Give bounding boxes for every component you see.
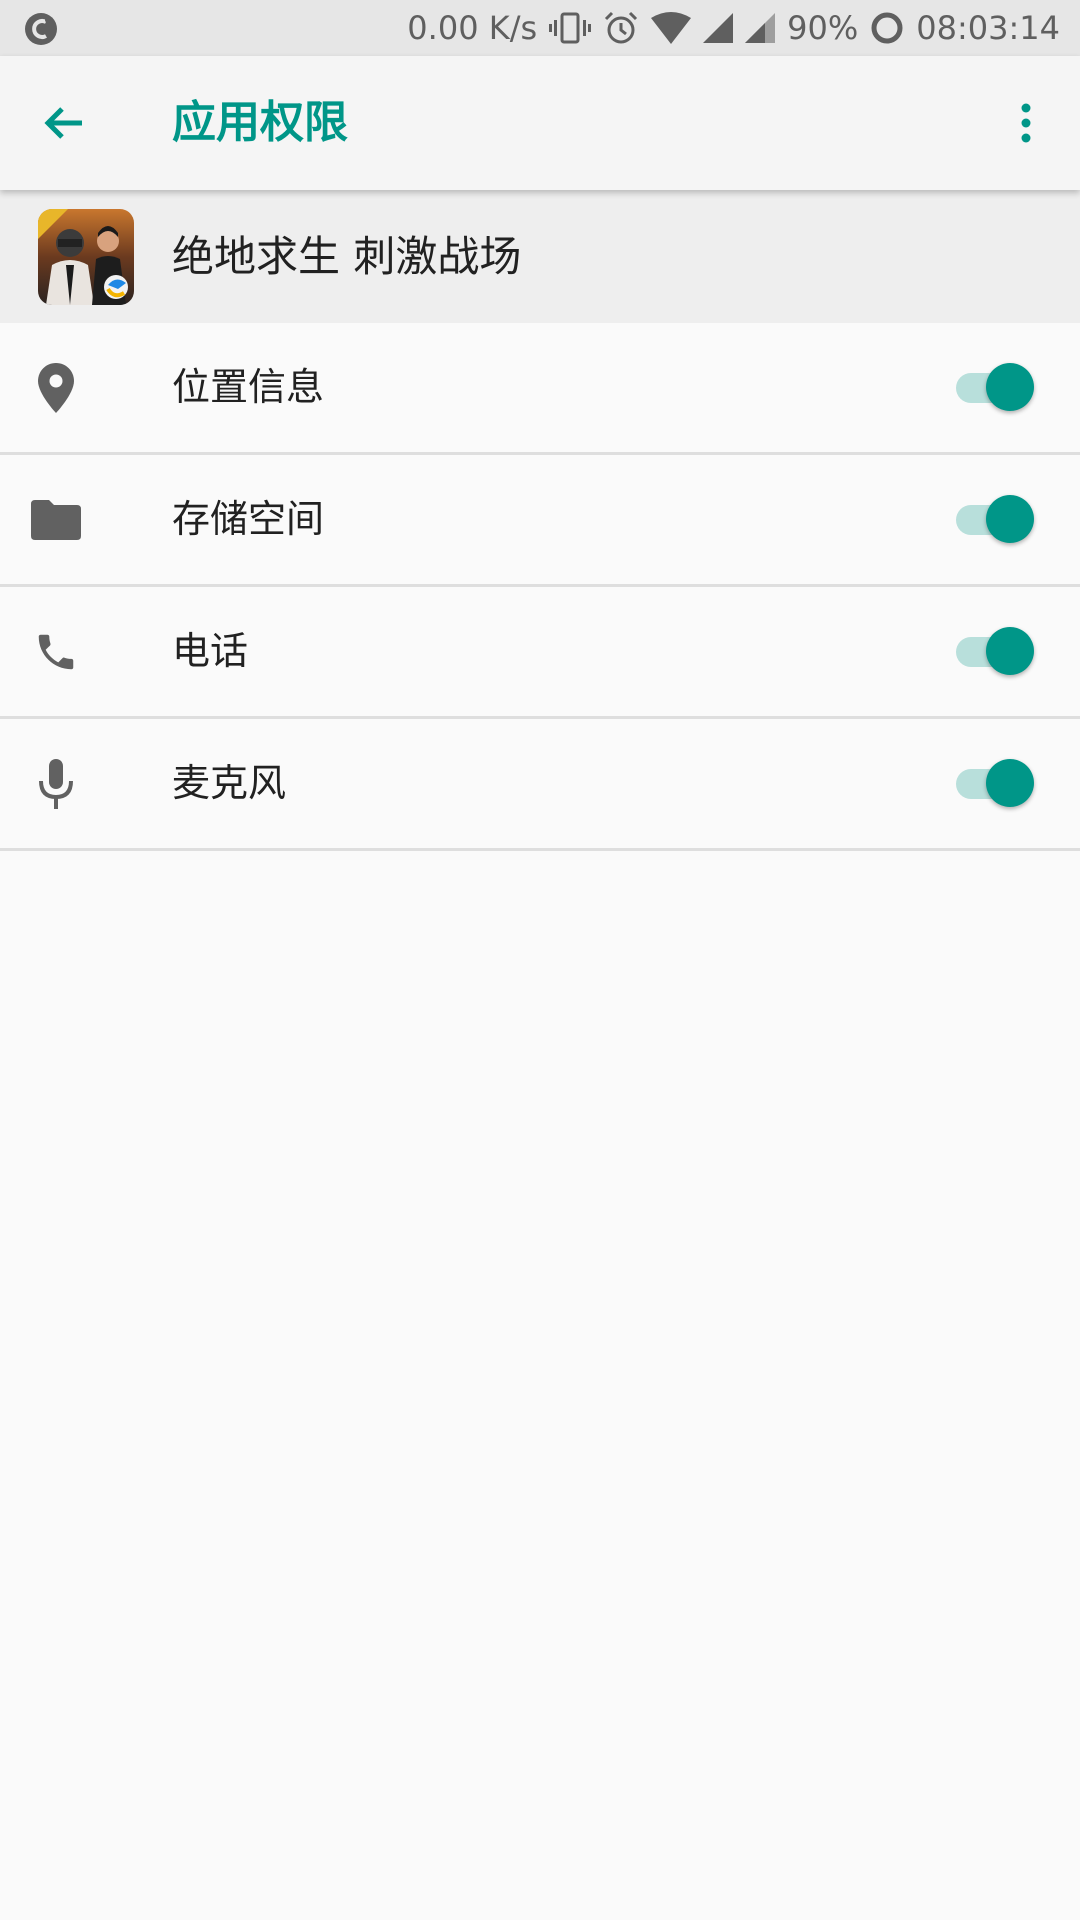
permission-row-microphone[interactable]: 麦克风 bbox=[0, 719, 1080, 851]
status-bar: 0.00 K/s 90% 08:03:14 bbox=[0, 0, 1080, 56]
battery-percent: 90% bbox=[787, 9, 859, 47]
app-bar: 应用权限 bbox=[0, 56, 1080, 190]
microphone-toggle[interactable] bbox=[956, 759, 1034, 807]
battery-icon bbox=[871, 12, 903, 44]
game-app-icon bbox=[38, 209, 134, 305]
toggle-thumb bbox=[986, 627, 1034, 675]
back-button[interactable] bbox=[30, 89, 98, 157]
alarm-icon bbox=[605, 11, 638, 44]
app-header: 绝地求生 刺激战场 bbox=[0, 190, 1080, 323]
signal-icon bbox=[703, 13, 734, 43]
permission-label: 位置信息 bbox=[172, 365, 325, 409]
permission-label: 存储空间 bbox=[172, 497, 325, 541]
location-icon bbox=[30, 323, 82, 452]
more-options-button[interactable] bbox=[992, 89, 1060, 157]
more-vert-icon bbox=[1021, 103, 1031, 143]
signal-icon-2 bbox=[745, 13, 776, 43]
location-toggle[interactable] bbox=[956, 363, 1034, 411]
permission-label: 麦克风 bbox=[172, 761, 287, 805]
vibrate-icon bbox=[549, 12, 592, 44]
wifi-icon bbox=[651, 12, 692, 44]
clock: 08:03:14 bbox=[916, 9, 1060, 47]
permission-row-phone[interactable]: 电话 bbox=[0, 587, 1080, 719]
permission-list: 位置信息 存储空间 电话 麦克风 bbox=[0, 323, 1080, 851]
arrow-back-icon bbox=[44, 107, 82, 139]
folder-icon bbox=[30, 455, 82, 584]
phone-icon bbox=[30, 587, 82, 716]
toggle-thumb bbox=[986, 363, 1034, 411]
page-title: 应用权限 bbox=[172, 97, 348, 148]
permission-label: 电话 bbox=[172, 629, 249, 673]
network-speed: 0.00 K/s bbox=[407, 9, 538, 47]
microphone-icon bbox=[30, 719, 82, 848]
permission-row-location[interactable]: 位置信息 bbox=[0, 323, 1080, 455]
app-name: 绝地求生 刺激战场 bbox=[172, 232, 522, 281]
storage-toggle[interactable] bbox=[956, 495, 1034, 543]
phone-toggle[interactable] bbox=[956, 627, 1034, 675]
permission-row-storage[interactable]: 存储空间 bbox=[0, 455, 1080, 587]
toggle-thumb bbox=[986, 495, 1034, 543]
toggle-thumb bbox=[986, 759, 1034, 807]
app-notification-icon bbox=[25, 13, 57, 45]
